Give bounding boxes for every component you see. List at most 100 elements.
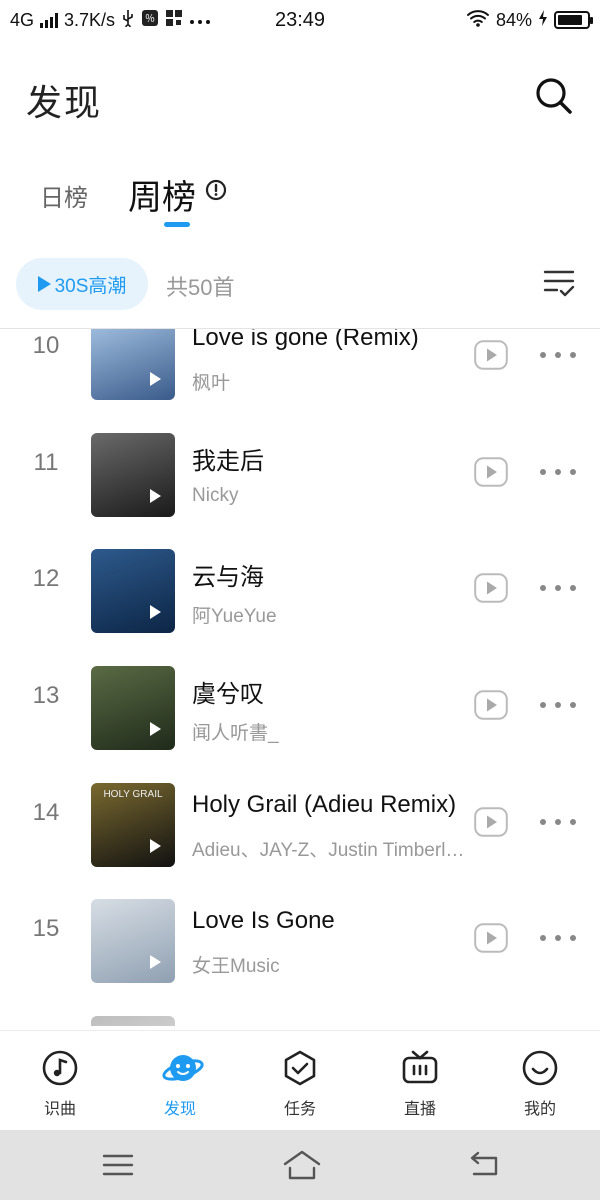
status-left: 4G 3.7K/s ％ [10, 9, 260, 32]
cover-play-icon [150, 605, 161, 620]
wifi-icon [466, 9, 490, 32]
nav-label: 我的 [523, 1101, 556, 1118]
song-count: 共50首 [166, 275, 235, 300]
song-rank: 10 [32, 332, 60, 359]
usb-icon [121, 9, 135, 32]
song-artist: 闻人听書_ [192, 723, 279, 745]
active-tab-indicator [164, 222, 190, 227]
song-title: 虞兮叹 [192, 681, 264, 709]
more-options-icon[interactable] [540, 461, 576, 483]
battery-level [558, 15, 582, 25]
album-cover[interactable] [91, 899, 175, 984]
more-options-icon[interactable] [540, 577, 576, 599]
more-icon [189, 10, 211, 31]
more-options-icon[interactable] [540, 927, 576, 949]
nav-item-1[interactable]: 发现 [120, 1031, 240, 1130]
nav-label: 任务 [283, 1101, 316, 1118]
tab-weekly[interactable]: 周榜 [128, 170, 196, 219]
battery-icon [554, 11, 593, 29]
nav-item-4[interactable]: 我的 [480, 1031, 600, 1130]
song-rank: 15 [32, 915, 60, 943]
album-cover[interactable]: HOLY GRAIL [91, 782, 175, 867]
album-cover[interactable] [91, 329, 175, 400]
song-row[interactable]: 13 虞兮叹闻人听書_ [0, 636, 600, 753]
play-video-icon[interactable] [474, 806, 508, 837]
album-cover[interactable] [91, 666, 175, 751]
list-toolbar: 30S高潮 共50首 [0, 254, 600, 318]
more-options-icon[interactable] [540, 694, 576, 716]
play-video-icon[interactable] [474, 456, 508, 487]
tv-icon [401, 1049, 439, 1087]
song-title: Holy Grail (Adieu Remix) [192, 790, 457, 818]
page-title: 发现 [26, 82, 103, 123]
signal-icon [40, 12, 59, 28]
play-video-icon[interactable] [474, 340, 508, 370]
app-notification-icon: ％ [141, 9, 159, 32]
header: 发现 [0, 56, 600, 140]
network-speed: 3.7K/s [64, 9, 116, 30]
song-artist: 枫叶 [192, 373, 231, 394]
planet-icon [161, 1049, 204, 1087]
cover-play-icon [150, 372, 161, 386]
battery-percent: 84% [495, 9, 532, 30]
song-title: 不过人间 [192, 1024, 477, 1026]
song-artist: 女王Music [192, 956, 280, 978]
search-icon[interactable] [534, 76, 574, 116]
home-icon[interactable] [282, 1148, 321, 1182]
shield-check-icon [281, 1049, 319, 1087]
nav-item-2[interactable]: 任务 [240, 1031, 360, 1130]
play-video-icon[interactable] [474, 923, 508, 954]
menu-icon[interactable] [100, 1148, 136, 1182]
song-rank: 14 [32, 798, 60, 826]
song-rank: 11 [33, 448, 59, 476]
song-rows: 10 Love is gone (Remix) 枫叶 11 我走后 Nicky 12 云与海阿… [0, 329, 600, 1026]
nav-label: 识曲 [43, 1101, 76, 1118]
song-title: Love is gone (Remix) [192, 329, 419, 351]
song-artist: Nicky [192, 484, 239, 506]
sim-icon [165, 9, 183, 32]
nav-label: 发现 [163, 1101, 196, 1118]
song-list[interactable]: 10 Love is gone (Remix) 枫叶 11 我走后 Nicky 12 云与海阿… [0, 329, 600, 1026]
back-icon[interactable] [466, 1148, 502, 1182]
system-nav-bar [0, 1130, 600, 1200]
album-cover[interactable] [91, 1016, 175, 1026]
album-cover[interactable] [91, 549, 175, 634]
song-artist: Adieu、JAY-Z、Justin Timberlake [192, 839, 472, 861]
song-rank: 12 [32, 565, 60, 593]
more-options-icon[interactable] [540, 811, 576, 833]
song-rank: 13 [32, 682, 60, 710]
song-row[interactable]: 16不过人间 [0, 986, 600, 1026]
song-title: 我走后 [192, 447, 264, 475]
nav-item-3[interactable]: 直播 [360, 1031, 480, 1130]
sort-list-icon[interactable] [542, 266, 576, 300]
tab-daily[interactable]: 日榜 [40, 178, 88, 213]
play-video-icon[interactable] [474, 690, 508, 720]
play-video-icon[interactable] [474, 573, 508, 604]
song-title: Love Is Gone [192, 907, 335, 935]
nav-label: 直播 [403, 1101, 436, 1118]
song-row[interactable]: 10 Love is gone (Remix) 枫叶 [0, 329, 600, 403]
status-bar: 4G 3.7K/s ％ 23:49 84% [0, 0, 600, 40]
info-icon[interactable] [205, 179, 227, 201]
network-type: 4G [10, 9, 35, 30]
cover-play-icon [150, 722, 161, 737]
more-options-icon[interactable] [540, 344, 576, 366]
song-title: 云与海 [192, 564, 264, 592]
song-row[interactable]: 15 Love Is Gone 女王Music [0, 869, 600, 986]
charging-icon [538, 9, 548, 32]
cover-play-icon [150, 838, 161, 853]
song-row[interactable]: 11 我走后 Nicky [0, 403, 600, 520]
chart-tabs: 日榜 周榜 [0, 160, 600, 232]
play-highlights-button[interactable]: 30S高潮 [16, 258, 148, 310]
music-note-icon [41, 1049, 79, 1087]
play-icon [37, 276, 51, 292]
nav-item-0[interactable]: 识曲 [0, 1031, 120, 1130]
cover-play-icon [150, 955, 161, 970]
song-row[interactable]: 14 HOLY GRAIL Holy Grail (Adieu Remix) Adie… [0, 753, 600, 870]
bottom-nav: 识曲 发现 任务 直播 我的 [0, 1030, 600, 1130]
song-artist: 阿YueYue [192, 606, 277, 628]
album-cover[interactable] [91, 432, 175, 517]
cover-play-icon [150, 488, 161, 503]
status-right: 84% [466, 9, 593, 32]
song-row[interactable]: 12 云与海阿YueYue [0, 519, 600, 636]
